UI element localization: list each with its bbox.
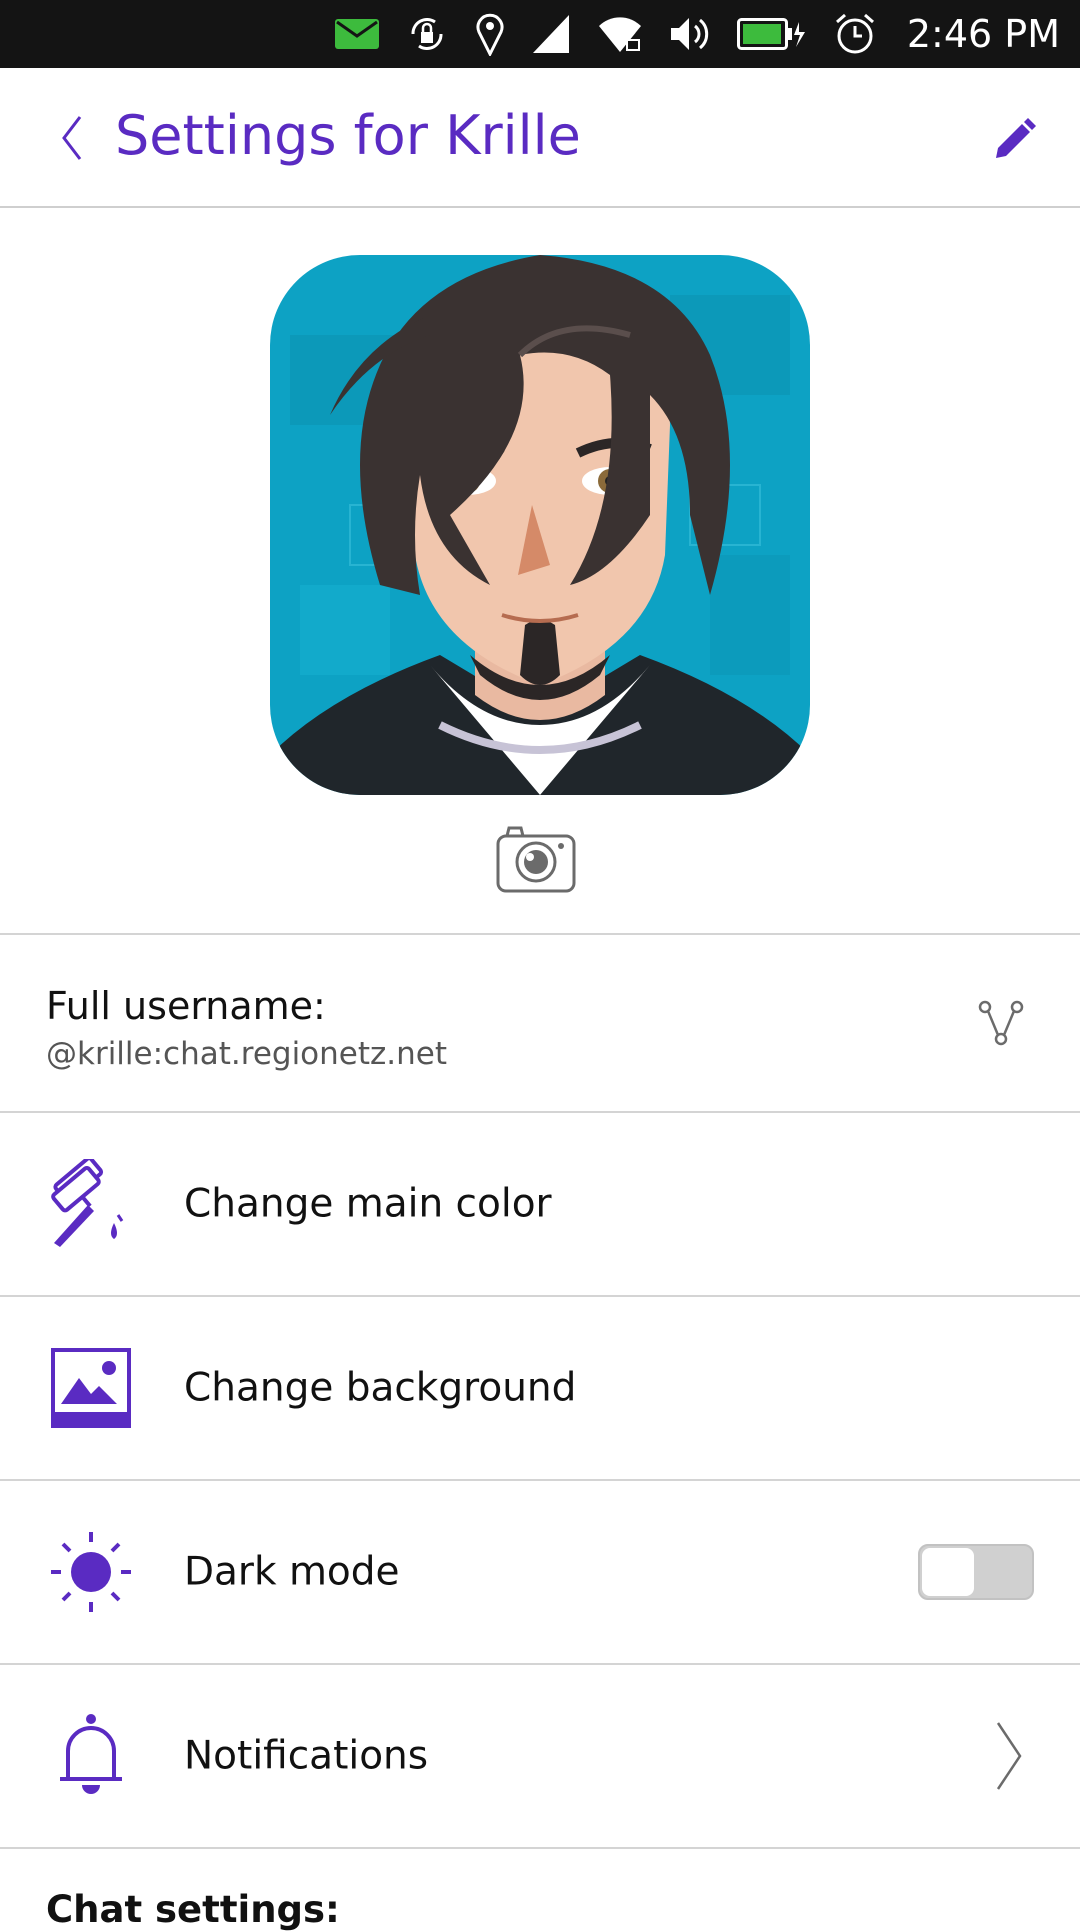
notifications-label: Notifications <box>184 1733 429 1779</box>
mail-icon <box>334 0 379 68</box>
change-main-color-label: Change main color <box>184 1181 552 1227</box>
edit-button[interactable] <box>986 112 1042 168</box>
full-username-block: Full username: @krille:chat.regionetz.ne… <box>0 934 1080 1111</box>
sun-icon <box>46 1527 136 1617</box>
volume-icon <box>669 0 711 68</box>
page-title: Settings for Krille <box>115 104 581 167</box>
avatar-image <box>270 255 810 795</box>
pencil-icon <box>996 118 1036 158</box>
toggle-knob <box>922 1548 974 1596</box>
dark-mode-row: Dark mode <box>0 1481 1080 1663</box>
chat-settings-heading: Chat settings: <box>46 1888 340 1931</box>
status-bar: 2:46 PM <box>0 0 1080 68</box>
avatar[interactable] <box>270 255 810 795</box>
divider <box>0 1847 1080 1849</box>
username-label: Full username: <box>46 984 326 1028</box>
chevron-right-icon <box>994 1721 1024 1791</box>
change-background-label: Change background <box>184 1365 577 1411</box>
alarm-icon <box>833 0 877 68</box>
location-icon <box>475 0 505 68</box>
image-icon <box>46 1343 136 1433</box>
change-main-color-row[interactable]: Change main color <box>0 1113 1080 1295</box>
camera-button[interactable] <box>495 824 577 894</box>
camera-icon <box>496 826 576 893</box>
cell-signal-icon <box>531 0 571 68</box>
paint-roller-icon <box>46 1159 136 1249</box>
share-button[interactable] <box>978 1000 1024 1046</box>
dark-mode-toggle[interactable] <box>918 1544 1034 1600</box>
status-time: 2:46 PM <box>906 12 1060 56</box>
change-background-row[interactable]: Change background <box>0 1297 1080 1479</box>
dark-mode-label: Dark mode <box>184 1549 400 1595</box>
share-icon <box>978 1000 1024 1046</box>
bell-icon <box>46 1711 136 1801</box>
back-chevron-icon <box>62 116 82 160</box>
notifications-row[interactable]: Notifications <box>0 1665 1080 1847</box>
wifi-icon <box>597 0 643 68</box>
rotation-lock-icon <box>405 0 449 68</box>
app-header: Settings for Krille <box>0 68 1080 208</box>
username-value: @krille:chat.regionetz.net <box>46 1036 448 1072</box>
back-button[interactable] <box>42 108 102 168</box>
battery-charging-icon <box>736 0 807 68</box>
